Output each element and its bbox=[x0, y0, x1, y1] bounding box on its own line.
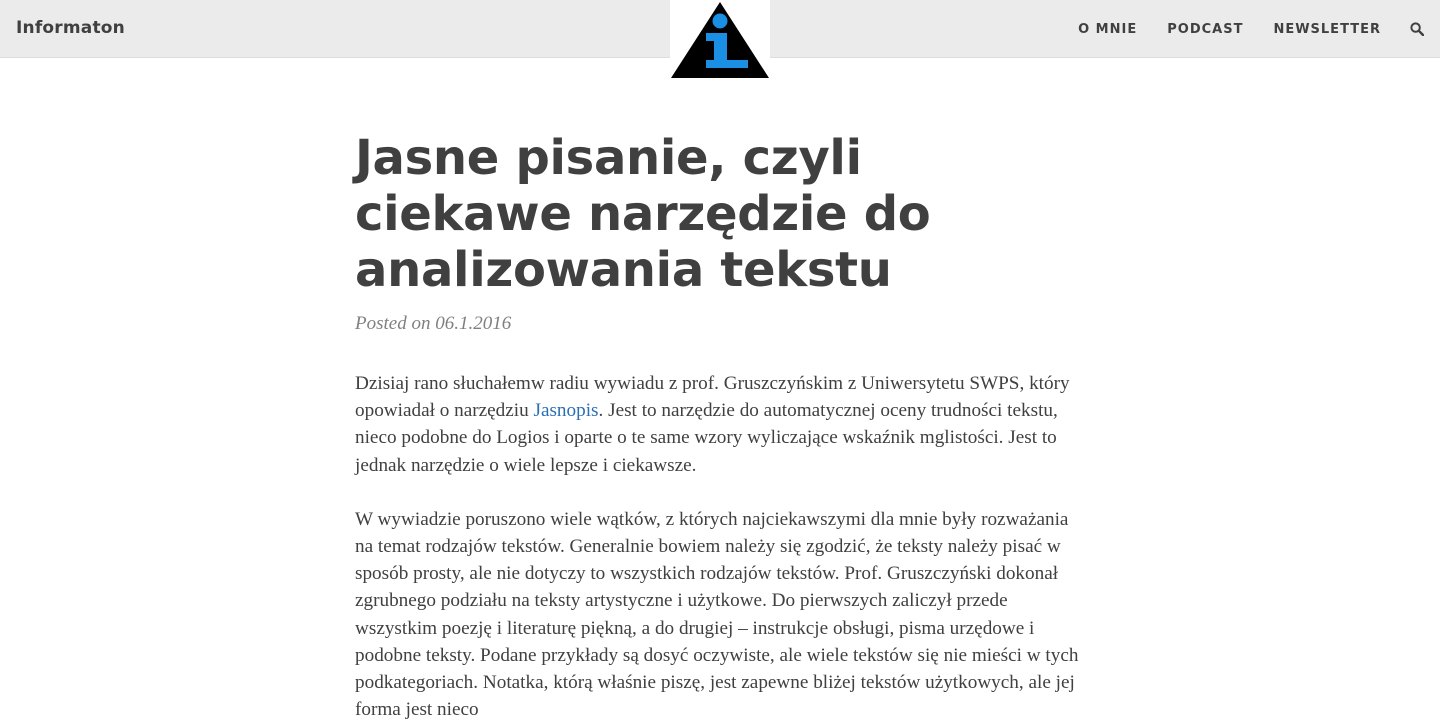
nav-item-newsletter[interactable]: NEWSLETTER bbox=[1273, 22, 1381, 37]
post-body: Dzisiaj rano słuchałemw radiu wywiadu z … bbox=[355, 370, 1085, 723]
navbar: Informaton O MNIE PODCAST NEWSLETTER bbox=[0, 0, 1440, 80]
nav-item-podcast[interactable]: PODCAST bbox=[1167, 22, 1243, 37]
post-article: Jasne pisanie, czyli ciekawe narzędzie d… bbox=[355, 130, 1085, 723]
main-nav: O MNIE PODCAST NEWSLETTER bbox=[1048, 0, 1440, 58]
post-title: Jasne pisanie, czyli ciekawe narzędzie d… bbox=[355, 130, 931, 298]
nav-item-o-mnie[interactable]: O MNIE bbox=[1078, 22, 1137, 37]
search-icon[interactable] bbox=[1410, 22, 1424, 36]
logo-graphic bbox=[671, 2, 769, 78]
post-date: Posted on 06.1.2016 bbox=[355, 313, 512, 334]
site-title[interactable]: Informaton bbox=[16, 16, 125, 40]
info-triangle-logo[interactable] bbox=[670, 0, 770, 80]
paragraph: W wywiadzie poruszono wiele wątków, z kt… bbox=[355, 508, 1079, 721]
paragraph: Dzisiaj rano słuchałemw radiu wywiadu z … bbox=[355, 370, 1085, 479]
jasnopis-link[interactable]: Jasnopis bbox=[533, 400, 598, 421]
